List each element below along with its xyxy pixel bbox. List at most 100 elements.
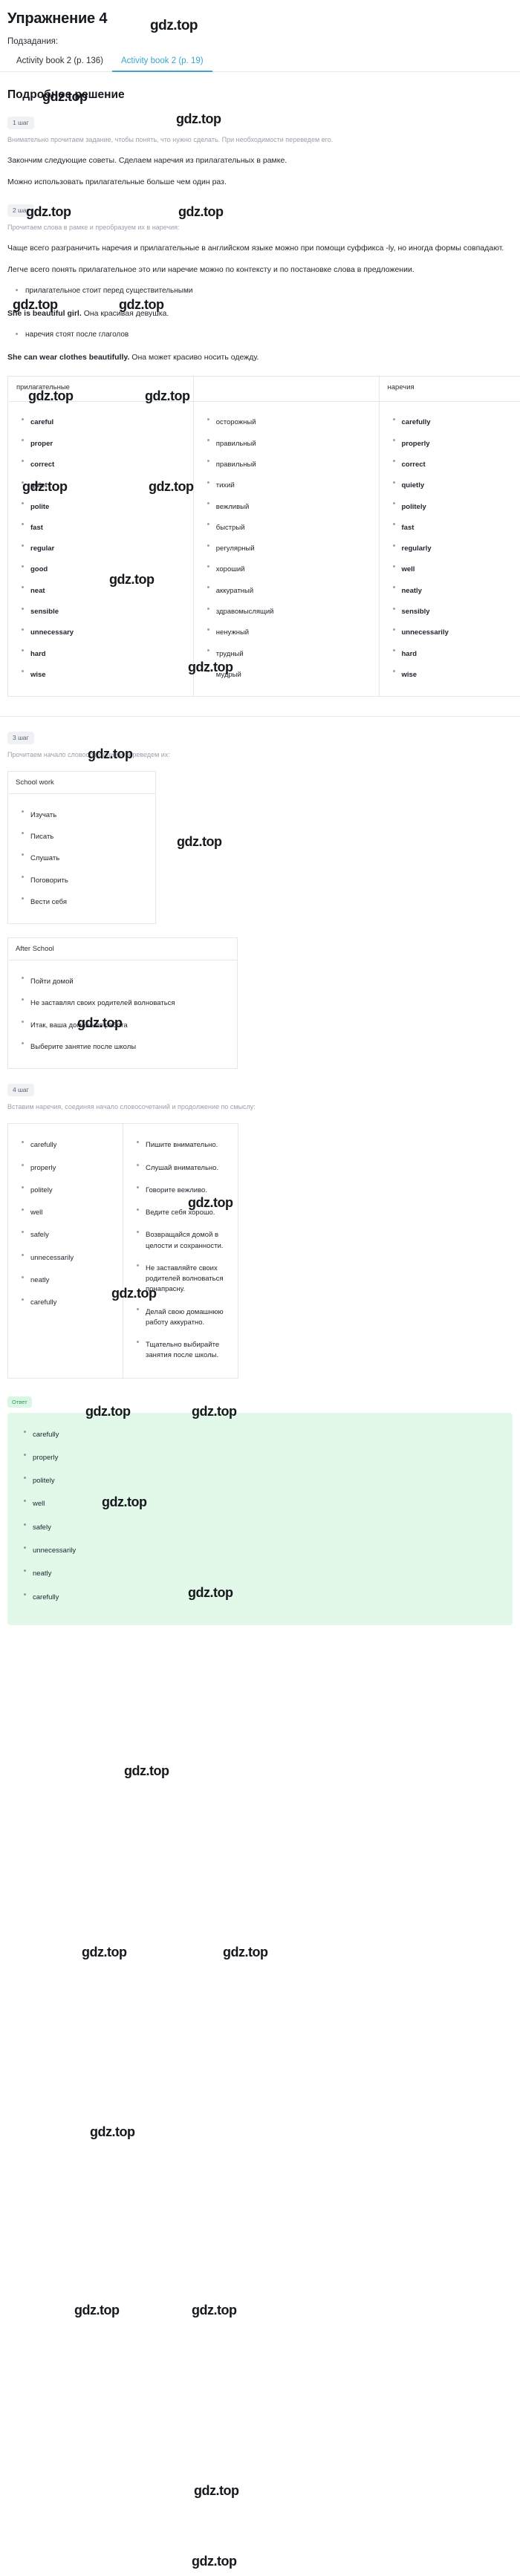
answer-box: carefully properly politely well safely unnec… xyxy=(7,1412,513,1625)
step3-after-school-table: After School Пойти домой Не заставлял сво… xyxy=(7,937,238,1070)
tab-activity-book-19[interactable]: Activity book 2 (p. 19) xyxy=(111,52,212,72)
step-3-intro: Прочитаем начало словосочетаний и переве… xyxy=(7,750,170,758)
subtasks-label: Подзадания: xyxy=(7,37,59,46)
watermark-gdz-top: gdz.top xyxy=(223,1945,268,1959)
list-school-work: Изучать Писать Слушать Поговорить Вести себя xyxy=(13,804,151,913)
cell-adjectives-ru: осторожный правильный правильный тихий вежли… xyxy=(192,400,380,697)
step-2-paragraph-2: Легче всего понять прилагательное это ил… xyxy=(7,265,415,274)
word-item-adverb: politely xyxy=(392,496,520,517)
word-item-adverb: fast xyxy=(392,517,520,538)
watermark-gdz-top: gdz.top xyxy=(194,2483,239,2498)
word-item-adverb: quietly xyxy=(392,475,520,496)
word-item-adjective: neat xyxy=(22,580,189,601)
answer-item: neatly xyxy=(24,1562,505,1585)
word-item-adjective-ru: трудный xyxy=(207,643,374,664)
step4-sentence-item: Говорите вежливо. xyxy=(137,1180,233,1202)
example-1-english: She is beautiful girl. xyxy=(7,309,82,319)
school-work-item: Вести себя xyxy=(22,891,151,913)
step-2-paragraph-1: Чаще всего разграничить наречия и прилаг… xyxy=(7,243,504,253)
header-after-school: After School xyxy=(7,937,238,961)
word-item-adjective: careful xyxy=(22,412,189,433)
step3-school-work-table: School work Изучать Писать Слушать Поговори… xyxy=(7,770,156,925)
step4-sentence-item: Слушай внимательно. xyxy=(137,1157,233,1180)
solution-page: Упражнение 4 Подзадания: Activity book 2… xyxy=(0,0,520,2569)
word-item-adjective: unnecessary xyxy=(22,622,189,643)
step4-adverb-item: politely xyxy=(22,1180,118,1202)
word-item-adverb: neatly xyxy=(392,580,520,601)
word-item-adjective: hard xyxy=(22,643,189,664)
cell-adverbs: carefully properly correct quietly politely f… xyxy=(378,400,520,697)
word-item-adjective-ru: быстрый xyxy=(207,517,374,538)
step4-adverb-item: unnecessarily xyxy=(22,1247,118,1269)
list-adjectives-ru: осторожный правильный правильный тихий вежли… xyxy=(198,412,374,686)
subtask-tabs: Activity book 2 (p. 136) Activity book 2… xyxy=(0,52,520,72)
watermark-gdz-top: gdz.top xyxy=(177,834,222,849)
section-title: Подробное решение xyxy=(7,88,125,101)
list-adjectives: careful proper correct quiet polite fast regul… xyxy=(13,412,189,686)
word-item-adjective: quiet xyxy=(22,475,189,496)
table-row: Изучать Писать Слушать Поговорить Вести себя xyxy=(7,793,156,925)
list-after-school: Пойти домой Не заставлял своих родителей … xyxy=(13,971,233,1058)
word-item-adverb: correct xyxy=(392,454,520,475)
word-item-adverb: hard xyxy=(392,643,520,664)
step4-sentence-item: Пишите внимательно. xyxy=(137,1134,233,1157)
watermark-gdz-top: gdz.top xyxy=(82,1945,127,1959)
after-school-item: Итак, ваша домашняя работа xyxy=(22,1015,233,1036)
watermark-gdz-top: gdz.top xyxy=(124,1763,169,1778)
list-adverbs: carefully properly correct quietly politely f… xyxy=(384,412,520,686)
school-work-item: Изучать xyxy=(22,804,151,826)
word-item-adverb: unnecessarily xyxy=(392,622,520,643)
word-item-adverb: wise xyxy=(392,664,520,685)
step-badge-2: 2 шаг xyxy=(7,204,34,217)
word-item-adjective: correct xyxy=(22,454,189,475)
word-item-adjective-ru: правильный xyxy=(207,454,374,475)
answer-item: well xyxy=(24,1492,505,1515)
step4-matching-table: carefully properly politely well safely unnec… xyxy=(7,1123,238,1379)
watermark-gdz-top: gdz.top xyxy=(176,111,221,126)
word-item-adjective-ru: правильный xyxy=(207,433,374,454)
table-row: careful proper correct quiet polite fast regul… xyxy=(7,400,520,697)
cell-after-school: Пойти домой Не заставлял своих родителей … xyxy=(7,960,238,1070)
word-table-clip: прилагательные наречия careful proper corr… xyxy=(0,364,520,697)
school-work-item: Поговорить xyxy=(22,870,151,891)
step-1-intro: Внимательно прочитаем задание, чтобы пон… xyxy=(7,136,334,143)
watermark-gdz-top: gdz.top xyxy=(90,2124,135,2139)
cell-adjectives: careful proper correct quiet polite fast regul… xyxy=(7,400,194,697)
answer-item: politely xyxy=(24,1469,505,1492)
list-step4-adverbs: carefully properly politely well safely unnec… xyxy=(13,1134,118,1314)
word-item-adjective: wise xyxy=(22,664,189,685)
word-item-adjective-ru: осторожный xyxy=(207,412,374,433)
step-badge-3: 3 шаг xyxy=(7,731,34,744)
word-item-adverb: well xyxy=(392,559,520,580)
step4-adverb-item: neatly xyxy=(22,1269,118,1292)
cell-step4-adverbs: carefully properly politely well safely unnec… xyxy=(7,1123,123,1379)
answer-badge: Ответ xyxy=(7,1396,32,1408)
example-2-russian: Она может красиво носить одежду. xyxy=(131,353,259,362)
step-badge-1: 1 шаг xyxy=(7,117,34,129)
answer-item: safely xyxy=(24,1516,505,1539)
tab-activity-book-136[interactable]: Activity book 2 (p. 136) xyxy=(7,52,112,72)
header-adverbs: наречия xyxy=(378,375,520,402)
answer-item: unnecessarily xyxy=(24,1539,505,1562)
step-badge-4: 4 шаг xyxy=(7,1084,34,1097)
answer-item: carefully xyxy=(24,1423,505,1446)
word-item-adjective-ru: ненужный xyxy=(207,622,374,643)
cell-step4-sentences: Пишите внимательно. Слушай внимательно. Го… xyxy=(123,1123,238,1379)
adjective-adverb-table: прилагательные наречия careful proper corr… xyxy=(7,375,520,697)
word-item-adverb: regularly xyxy=(392,539,520,559)
school-work-item: Слушать xyxy=(22,848,151,869)
table-row: carefully properly politely well safely unnec… xyxy=(7,1123,238,1379)
list-step4-sentences: Пишите внимательно. Слушай внимательно. Го… xyxy=(128,1134,233,1367)
word-item-adjective: proper xyxy=(22,433,189,454)
step4-adverb-item: properly xyxy=(22,1157,118,1180)
step4-sentence-item: Возвращайся домой в целости и сохранност… xyxy=(137,1224,233,1258)
word-item-adjective-ru: хороший xyxy=(207,559,374,580)
watermark-gdz-top: gdz.top xyxy=(74,2303,120,2318)
after-school-item: Выберите занятие после школы xyxy=(22,1036,233,1058)
step-1-paragraph-2: Можно использовать прилагательные больше… xyxy=(7,178,227,187)
table-header-row: School work xyxy=(7,770,156,794)
word-item-adjective-ru: аккуратный xyxy=(207,580,374,601)
example-1-russian: Она красивая девушка. xyxy=(83,309,169,319)
step4-adverb-item: carefully xyxy=(22,1134,118,1157)
word-item-adjective-ru: регулярный xyxy=(207,539,374,559)
